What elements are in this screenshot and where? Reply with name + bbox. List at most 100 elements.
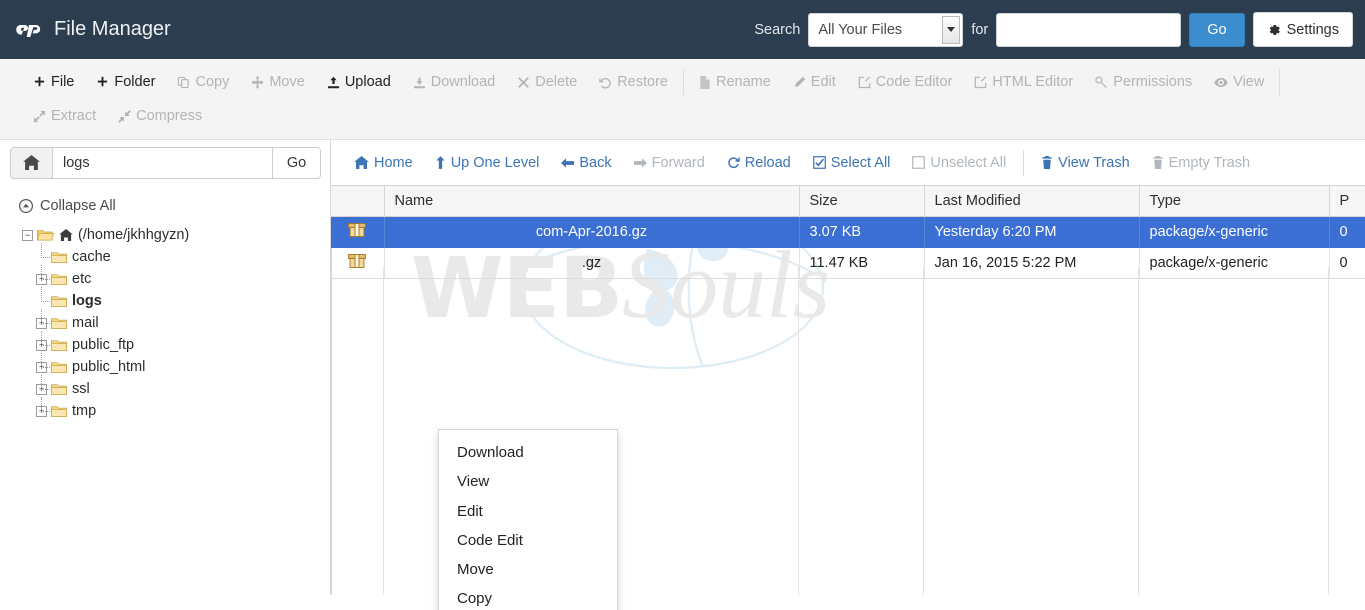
toolbar-row-secondary: Extract Compress [22, 99, 1355, 133]
table-row[interactable]: com-Apr-2016.gz 3.07 KB Yesterday 6:20 P… [331, 216, 1365, 248]
toolbar-extract-button[interactable]: Extract [22, 108, 107, 124]
nav-divider [1023, 149, 1025, 176]
tree-node-logs[interactable]: logs [14, 287, 330, 312]
toolbar-html-editor-button[interactable]: HTML Editor [963, 74, 1084, 90]
column-header-permissions[interactable]: P [1329, 185, 1365, 217]
settings-button[interactable]: Settings [1252, 12, 1353, 47]
expander-minus-icon[interactable]: − [22, 229, 33, 241]
file-name-cell[interactable]: .gz [384, 247, 800, 279]
toolbar-delete-button[interactable]: Delete [506, 74, 588, 90]
html-edit-icon [974, 75, 987, 89]
toolbar-view-button[interactable]: View [1203, 74, 1275, 90]
column-header-name[interactable]: Name [384, 185, 800, 217]
upload-icon [327, 76, 340, 89]
expander-plus-icon[interactable]: + [36, 317, 47, 329]
nav-reload-button[interactable]: Reload [716, 155, 802, 171]
nav-label: Unselect All [930, 154, 1007, 171]
path-go-button[interactable]: Go [272, 147, 320, 178]
context-menu-move[interactable]: Move [439, 555, 617, 584]
toolbar-code-editor-button[interactable]: Code Editor [847, 74, 964, 90]
folder-tree-sidebar: Collapse All − (/home/jkhhgyzn) cache + … [0, 185, 331, 595]
tree-node-label: ssl [72, 381, 90, 397]
toolbar-upload-button[interactable]: Upload [316, 74, 402, 90]
toolbar-move-button[interactable]: Move [240, 74, 315, 90]
nav-forward-button[interactable]: Forward [623, 155, 716, 171]
folder-icon [51, 251, 67, 264]
context-menu-edit[interactable]: Edit [439, 497, 617, 526]
tree-node-tmp[interactable]: + tmp [14, 397, 330, 422]
context-menu-view[interactable]: View [439, 467, 617, 496]
toolbar-restore-button[interactable]: Restore [588, 74, 679, 90]
file-type-icon-cell [331, 247, 385, 279]
collapse-arrow-icon [118, 109, 131, 123]
gear-icon [1267, 23, 1281, 37]
collapse-all-button[interactable]: Collapse All [19, 198, 330, 214]
toolbar-download-button[interactable]: Download [402, 74, 507, 90]
nav-back-button[interactable]: Back [550, 155, 622, 171]
column-header-last-modified[interactable]: Last Modified [924, 185, 1140, 217]
trash-icon [1152, 156, 1164, 169]
tree-node-cache[interactable]: cache [14, 243, 330, 268]
folder-icon [51, 317, 67, 330]
chevron-down-icon[interactable] [942, 15, 961, 44]
nav-label: Forward [651, 154, 705, 171]
plus-icon [96, 76, 109, 89]
context-menu-copy[interactable]: Copy [439, 584, 617, 610]
tree-node-mail[interactable]: + mail [14, 309, 330, 334]
context-menu-download[interactable]: Download [439, 438, 617, 467]
expander-plus-icon[interactable]: + [36, 273, 47, 285]
column-header-size[interactable]: Size [799, 185, 925, 217]
tree-node-label: mail [72, 315, 99, 331]
search-input[interactable] [996, 12, 1182, 47]
toolbar-rename-button[interactable]: Rename [688, 74, 782, 90]
toolbar-permissions-button[interactable]: Permissions [1084, 74, 1203, 90]
tree-node-public-ftp[interactable]: + public_ftp [14, 331, 330, 356]
nav-empty-trash-button[interactable]: Empty Trash [1141, 155, 1261, 171]
reload-icon [727, 156, 740, 169]
tree-node-etc[interactable]: + etc [14, 265, 330, 290]
file-name-cell[interactable]: com-Apr-2016.gz [384, 216, 800, 248]
toolbar-new-file-button[interactable]: File [22, 74, 85, 90]
open-folder-home-icon [37, 228, 54, 242]
toolbar-label: Copy [195, 74, 230, 90]
file-size-cell: 3.07 KB [799, 216, 925, 248]
download-icon [413, 76, 426, 89]
column-header-type[interactable]: Type [1139, 185, 1330, 217]
table-row[interactable]: .gz 11.47 KB Jan 16, 2015 5:22 PM packag… [331, 247, 1365, 279]
file-modified-cell: Jan 16, 2015 5:22 PM [924, 247, 1140, 279]
path-input[interactable] [53, 147, 272, 178]
nav-label: View Trash [1058, 154, 1130, 171]
toolbar-label: File [51, 74, 75, 90]
toolbar-copy-button[interactable]: Copy [166, 74, 240, 90]
main-toolbar: File Folder Copy Move Upload Download De… [0, 59, 1365, 140]
file-nav-bar: Home Up One Level Back Forward Reload Se… [331, 140, 1365, 185]
folder-icon [51, 273, 67, 286]
tree-node-root[interactable]: − (/home/jkhhgyzn) [14, 224, 330, 246]
expander-plus-icon[interactable]: + [36, 339, 47, 351]
nav-unselect-all-button[interactable]: Unselect All [901, 155, 1017, 171]
nav-home-button[interactable]: Home [343, 155, 424, 171]
toolbar-new-folder-button[interactable]: Folder [85, 74, 166, 90]
brand: File Manager [0, 18, 171, 42]
toolbar-compress-button[interactable]: Compress [107, 108, 213, 124]
tree-node-public-html[interactable]: + public_html [14, 353, 330, 378]
nav-view-trash-button[interactable]: View Trash [1030, 155, 1140, 171]
toolbar-edit-button[interactable]: Edit [782, 74, 847, 90]
expander-plus-icon[interactable]: + [36, 405, 47, 417]
copy-icon [177, 76, 190, 89]
nav-select-all-button[interactable]: Select All [802, 155, 902, 171]
expander-plus-icon[interactable]: + [36, 361, 47, 373]
tree-node-label: cache [72, 249, 111, 265]
toolbar-label: Move [269, 74, 305, 90]
column-header-icon[interactable] [331, 185, 385, 217]
path-nav-row: Go Home Up One Level Back Forward [0, 140, 1365, 185]
expander-plus-icon[interactable]: + [36, 383, 47, 395]
search-scope-select[interactable]: All Your Files [808, 12, 964, 47]
x-cross-icon [517, 76, 530, 89]
tree-node-ssl[interactable]: + ssl [14, 375, 330, 400]
search-go-button[interactable]: Go [1189, 12, 1245, 47]
archive-package-icon [347, 252, 367, 270]
context-menu-code-edit[interactable]: Code Edit [439, 526, 617, 555]
nav-up-one-level-button[interactable]: Up One Level [424, 155, 551, 171]
home-icon[interactable] [11, 147, 53, 178]
